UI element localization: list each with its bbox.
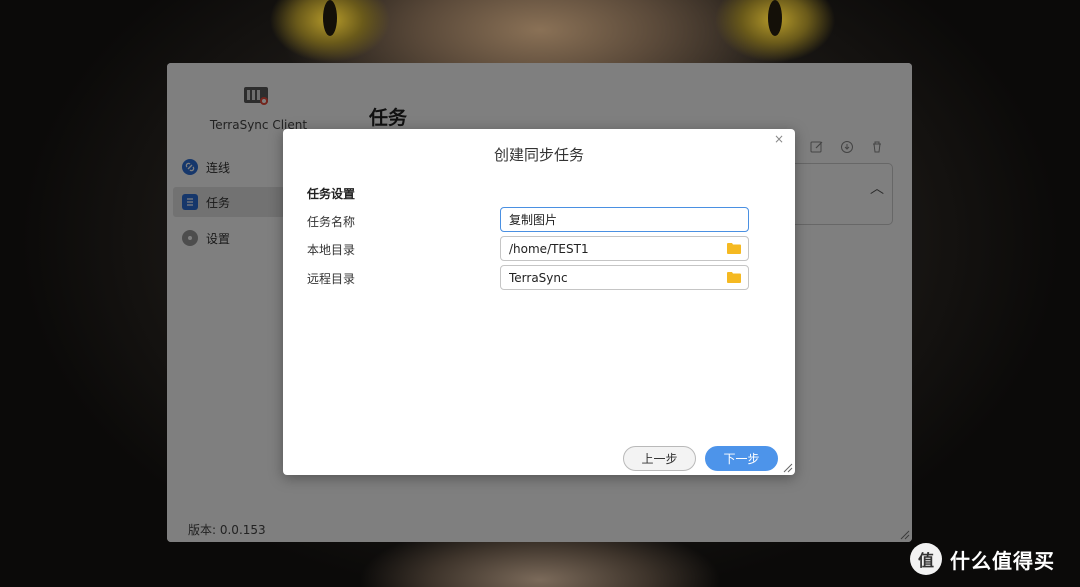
- watermark-badge-text: 值: [917, 551, 934, 570]
- close-icon[interactable]: ×: [774, 132, 784, 146]
- remote-dir-input[interactable]: [500, 265, 749, 290]
- previous-step-button[interactable]: 上一步: [623, 446, 696, 471]
- section-title: 任务设置: [307, 187, 356, 201]
- local-dir-input[interactable]: [500, 236, 749, 261]
- task-name-label: 任务名称: [307, 215, 356, 229]
- watermark-logo: 值: [910, 543, 942, 575]
- remote-dir-label: 远程目录: [307, 272, 356, 286]
- watermark-text: 什么值得买: [950, 548, 1055, 573]
- next-step-button[interactable]: 下一步: [705, 446, 778, 471]
- folder-icon[interactable]: [727, 271, 741, 283]
- create-sync-task-dialog: 创建同步任务 × 任务设置 任务名称 本地目录 远程目录 上一步 下一步: [283, 129, 795, 475]
- right-eye-pupil: [768, 0, 782, 36]
- left-eye-pupil: [323, 0, 337, 36]
- task-name-input[interactable]: [500, 207, 749, 232]
- resize-grip-icon[interactable]: [781, 461, 793, 473]
- watermark: 值 什么值得买: [910, 543, 1055, 575]
- local-dir-label: 本地目录: [307, 243, 356, 257]
- folder-icon[interactable]: [727, 242, 741, 254]
- dialog-title: 创建同步任务: [493, 146, 584, 164]
